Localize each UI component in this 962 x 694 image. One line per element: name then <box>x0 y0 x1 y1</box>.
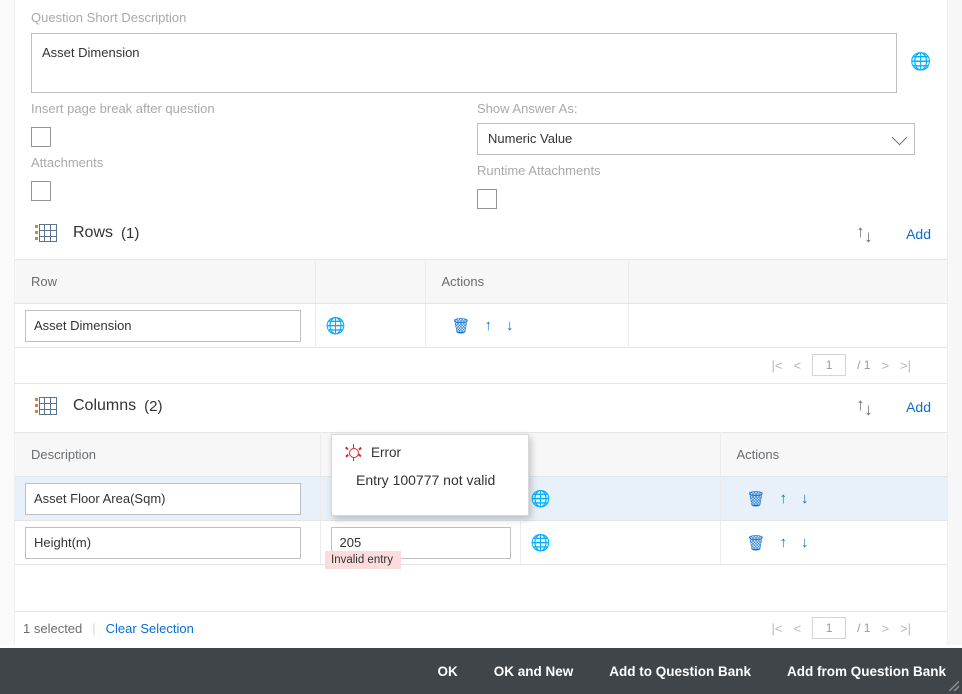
runtime-attachments-checkbox[interactable] <box>477 189 497 209</box>
vertical-scrollbar-track[interactable] <box>947 0 962 645</box>
chevron-down-icon <box>891 129 908 146</box>
rows-prev-page-button[interactable]: < <box>794 358 802 373</box>
rows-total-pages: / 1 <box>857 358 871 372</box>
columns-cell-description: Height(m) <box>15 520 321 565</box>
columns-header-description: Description <box>15 432 321 477</box>
move-down-icon[interactable]: ↓ <box>506 317 514 334</box>
rows-header-spacer <box>628 259 947 304</box>
column-globe-icon[interactable]: 🌐 <box>520 520 721 565</box>
runtime-attachments-label: Runtime Attachments <box>477 163 601 178</box>
show-answer-as-value: Numeric Value <box>488 131 573 146</box>
delete-icon[interactable]: 🗑 <box>747 534 766 552</box>
row-description-input[interactable]: Asset Dimension <box>25 309 301 342</box>
globe-icon[interactable]: 🌐 <box>910 53 931 70</box>
question-options-left: Insert page break after question Attachm… <box>31 93 471 201</box>
rows-cell-actions: 🗑 ↑ ↓ <box>425 303 629 348</box>
move-up-icon[interactable]: ↑ <box>780 490 788 507</box>
show-answer-as-select[interactable]: Numeric Value <box>477 123 915 155</box>
columns-pagination: |< < 1 / 1 > >| <box>15 611 947 647</box>
rows-section-title-group: Rows (1) <box>35 223 139 243</box>
short-description-row: Asset Dimension 🌐 <box>15 33 947 93</box>
rows-count: (1) <box>121 224 140 242</box>
rows-cell-spacer <box>628 303 947 348</box>
columns-prev-page-button[interactable]: < <box>794 621 802 636</box>
dialog-footer: OK OK and New Add to Question Bank Add f… <box>0 648 962 694</box>
resize-grip[interactable] <box>949 681 959 691</box>
columns-header-lang <box>520 432 721 477</box>
columns-last-page-button[interactable]: >| <box>900 621 911 636</box>
columns-cell-actions: 🗑 ↑ ↓ <box>720 476 947 521</box>
attachments-label: Attachments <box>31 155 104 170</box>
columns-page-input[interactable]: 1 <box>812 617 847 639</box>
delete-icon[interactable]: 🗑 <box>747 490 766 508</box>
page-break-label: Insert page break after question <box>31 101 215 116</box>
columns-cell-description: Asset Floor Area(Sqm) <box>15 476 321 521</box>
rows-pagination: |< < 1 / 1 > >| <box>15 348 947 384</box>
show-answer-as-label: Show Answer As: <box>477 101 578 116</box>
rows-header-actions: Actions <box>425 259 629 304</box>
move-up-icon[interactable]: ↑ <box>780 534 788 551</box>
rows-table: Row Actions Asset Dimension 🌐 🗑 ↑ ↓ <box>15 259 947 348</box>
columns-cell-actions: 🗑 ↑ ↓ <box>720 520 947 565</box>
grid-icon <box>35 396 57 416</box>
rows-cell-description: Asset Dimension <box>15 303 316 348</box>
rows-section-header: Rows (1) ↑ ↓ Add <box>15 211 947 259</box>
rows-table-header-row: Row Actions <box>15 259 947 304</box>
invalid-entry-tooltip: Invalid entry <box>325 551 402 569</box>
rows-add-button[interactable]: Add <box>906 226 931 242</box>
error-icon <box>345 444 362 461</box>
move-down-icon[interactable]: ↓ <box>801 534 809 551</box>
error-popup: Error Entry 100777 not valid <box>331 434 529 516</box>
page-break-checkbox[interactable] <box>31 127 51 147</box>
columns-title: Columns <box>73 397 137 414</box>
question-options-right: Show Answer As: Numeric Value Runtime At… <box>477 93 932 209</box>
move-up-icon[interactable]: ↑ <box>485 317 493 334</box>
rows-section-actions: ↑ ↓ Add <box>856 223 931 245</box>
columns-section-title-group: Columns (2) <box>35 396 162 416</box>
error-popup-title: Error <box>371 445 401 460</box>
sort-updown-icon[interactable]: ↑ ↓ <box>856 223 876 245</box>
columns-total-pages: / 1 <box>857 621 871 635</box>
columns-section-actions: ↑ ↓ Add <box>856 396 931 418</box>
rows-header-lang <box>315 259 426 304</box>
rows-header-row: Row <box>15 259 316 304</box>
move-down-icon[interactable]: ↓ <box>801 490 809 507</box>
error-popup-header: Error <box>332 435 528 461</box>
column-description-input[interactable]: Asset Floor Area(Sqm) <box>25 482 301 515</box>
question-editor-dialog: Question Short Description Asset Dimensi… <box>0 0 962 694</box>
table-row[interactable]: Height(m) 205 🌐 🗑 ↑ ↓ <box>15 520 947 565</box>
columns-header-actions: Actions <box>720 432 947 477</box>
column-globe-icon[interactable]: 🌐 <box>520 476 721 521</box>
ok-button[interactable]: OK <box>437 664 457 679</box>
table-row[interactable]: Asset Dimension 🌐 🗑 ↑ ↓ <box>15 303 947 348</box>
delete-icon[interactable]: 🗑 <box>452 317 471 335</box>
columns-count: (2) <box>144 397 163 415</box>
short-description-input[interactable]: Asset Dimension <box>31 33 897 93</box>
column-description-input[interactable]: Height(m) <box>25 526 301 559</box>
grid-icon <box>35 223 57 243</box>
add-to-question-bank-button[interactable]: Add to Question Bank <box>609 664 751 679</box>
ok-and-new-button[interactable]: OK and New <box>494 664 574 679</box>
rows-page-input[interactable]: 1 <box>812 354 847 376</box>
error-popup-message: Entry 100777 not valid <box>356 472 496 488</box>
sort-updown-icon[interactable]: ↑ ↓ <box>856 396 876 418</box>
left-rail <box>0 0 15 645</box>
short-description-label: Question Short Description <box>31 10 187 25</box>
row-globe-icon[interactable]: 🌐 <box>315 303 426 348</box>
add-from-question-bank-button[interactable]: Add from Question Bank <box>787 664 946 679</box>
rows-last-page-button[interactable]: >| <box>900 358 911 373</box>
rows-next-page-button[interactable]: > <box>881 358 889 373</box>
columns-section-header: Columns (2) ↑ ↓ Add <box>15 384 947 432</box>
columns-first-page-button[interactable]: |< <box>772 621 783 636</box>
columns-add-button[interactable]: Add <box>906 399 931 415</box>
columns-next-page-button[interactable]: > <box>881 621 889 636</box>
question-options: Insert page break after question Attachm… <box>15 93 947 211</box>
rows-title: Rows <box>73 224 114 241</box>
attachments-checkbox[interactable] <box>31 181 51 201</box>
rows-first-page-button[interactable]: |< <box>772 358 783 373</box>
